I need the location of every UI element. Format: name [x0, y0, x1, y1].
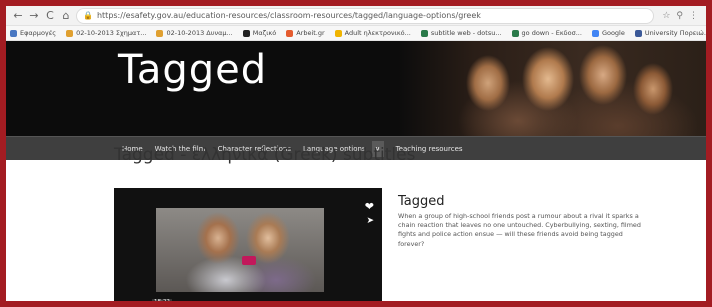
address-bar[interactable]: 🔒 https://esafety.gov.au/education-resou…	[76, 7, 655, 24]
bookmark-label: Εφαρμογές	[20, 29, 57, 37]
bookmark-favicon-icon	[156, 29, 164, 37]
bookmark-label: University Πορειώ...	[644, 29, 706, 37]
bookmark-favicon-icon	[591, 29, 599, 37]
video-timecode: 18:22	[152, 299, 172, 305]
lock-icon: 🔒	[83, 11, 93, 20]
film-title: Tagged	[398, 194, 445, 209]
share-icon[interactable]: ➤	[366, 216, 374, 226]
bookmark-item[interactable]: go down - Εκδοσ...	[511, 29, 582, 37]
browser-toolbar: ← → C ⌂ 🔒 https://esafety.gov.au/educati…	[6, 6, 706, 26]
bookmark-favicon-icon	[634, 29, 642, 37]
forward-button[interactable]: →	[28, 9, 40, 22]
bookmark-label: go down - Εκδοσ...	[521, 29, 582, 37]
bookmark-label: 02-10-2013 Σχηματ...	[76, 29, 147, 37]
bookmark-item[interactable]: Google	[591, 29, 625, 37]
bookmark-favicon-icon	[334, 29, 342, 37]
bookmark-item[interactable]: Μαζικό	[242, 29, 277, 37]
bookmark-label: Arbeit.gr	[296, 29, 325, 37]
bookmarks-bar: Εφαρμογές 02-10-2013 Σχηματ... 02-10-2013 …	[6, 26, 706, 41]
film-description: When a group of high-school friends post…	[398, 212, 641, 248]
home-button[interactable]: ⌂	[60, 9, 72, 22]
menu-icon[interactable]: ⋮	[689, 11, 698, 21]
bookmark-favicon-icon	[286, 29, 294, 37]
back-button[interactable]: ←	[12, 9, 24, 22]
bookmark-label: 02-10-2013 Δυναμ...	[166, 29, 233, 37]
video-thumbnail	[156, 208, 324, 292]
fullscreen-icon[interactable]: ⛶	[367, 302, 372, 307]
bookmark-label: Google	[601, 29, 625, 37]
bookmark-item[interactable]: 02-10-2013 Δυναμ...	[156, 29, 233, 37]
volume-icon[interactable]: ◀)	[341, 302, 349, 307]
bookmark-label: subtitle web - dotsu...	[430, 29, 502, 37]
bookmark-label: Adult ηλεκτρονικό...	[344, 29, 411, 37]
bookmark-item[interactable]: Adult ηλεκτρονικό...	[334, 29, 411, 37]
site-header: Tagged	[6, 41, 706, 136]
heart-icon[interactable]: ❤	[365, 200, 374, 213]
play-icon[interactable]: ▶	[128, 303, 134, 307]
video-player[interactable]: ❤ ➤ ▶ 18:22 ◀) ⚙ ⛶	[114, 188, 382, 307]
phone-in-frame	[242, 256, 256, 265]
bookmark-item[interactable]: subtitle web - dotsu...	[420, 29, 502, 37]
bookmark-item[interactable]: Εφαρμογές	[10, 29, 56, 37]
bookmark-favicon-icon	[511, 29, 519, 37]
browser-actions: ☆ ⚲ ⋮	[662, 11, 698, 21]
screenshot-frame: ← → C ⌂ 🔒 https://esafety.gov.au/educati…	[0, 0, 712, 307]
bookmark-favicon-icon	[66, 29, 74, 37]
bookmark-label: Μαζικό	[252, 29, 277, 37]
bookmark-item[interactable]: Arbeit.gr	[286, 29, 325, 37]
site-title[interactable]: Tagged	[118, 47, 267, 93]
bookmark-favicon-icon	[420, 29, 428, 37]
video-control-icons: ◀) ⚙ ⛶	[341, 302, 372, 307]
bookmark-favicon-icon	[242, 29, 250, 37]
page-title: Tagged - ελληνικά (Greek) subtitles	[114, 145, 416, 165]
header-photo	[398, 41, 706, 136]
url-text: https://esafety.gov.au/education-resourc…	[96, 11, 481, 20]
bookmark-item[interactable]: 02-10-2013 Σχηματ...	[66, 29, 146, 37]
video-controls: ▶	[114, 301, 382, 307]
bookmark-star-icon[interactable]: ☆	[662, 11, 670, 21]
reload-button[interactable]: C	[44, 9, 56, 22]
settings-icon[interactable]: ⚙	[355, 302, 361, 307]
bookmark-item[interactable]: University Πορειώ...	[634, 29, 706, 37]
search-icon[interactable]: ⚲	[676, 11, 683, 21]
bookmark-favicon-icon	[10, 29, 17, 37]
